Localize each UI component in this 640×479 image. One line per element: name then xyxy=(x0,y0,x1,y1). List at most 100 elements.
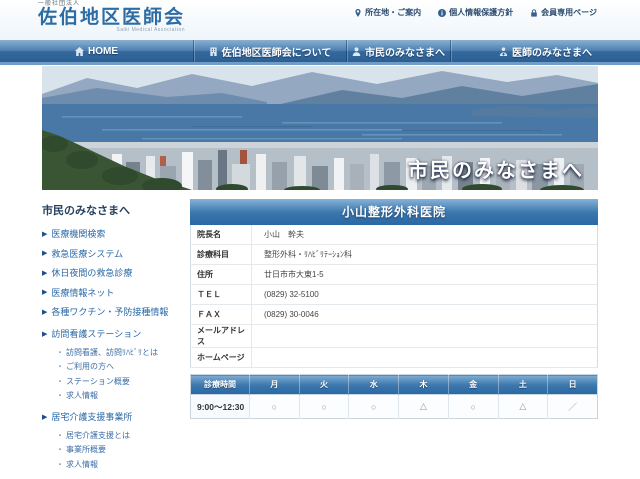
field-label: ＦＡＸ xyxy=(191,305,252,325)
schedule-header-cell: 木 xyxy=(399,375,449,395)
schedule-time-cell: 9:00～12:30 xyxy=(191,395,250,419)
sidebar-subitem-label: 訪問看護、訪問ﾘﾊﾋﾞﾘとは xyxy=(66,348,158,357)
arrow-icon: ▶ xyxy=(42,413,47,421)
bullet-icon: ・ xyxy=(56,460,64,469)
location-pin-icon xyxy=(354,9,362,17)
schedule-header-row: 診療時間 月 火 水 木 金 土 日 xyxy=(191,375,598,395)
sidebar-item-holiday-night-care[interactable]: ▶ 休日夜間の救急診療 xyxy=(42,266,190,279)
sidebar: 市民のみなさまへ ▶ 医療機関検索 ▶ 救急医療システム ▶ 休日夜間の救急診療… xyxy=(42,199,190,479)
schedule-header-cell: 金 xyxy=(448,375,498,395)
field-value: 整形外科・ﾘﾊﾋﾞﾘﾃｰｼｮﾝ科 xyxy=(252,245,598,265)
nav-item-doctors[interactable]: 医師のみなさまへ xyxy=(450,40,640,62)
arrow-icon: ▶ xyxy=(42,288,47,296)
bullet-icon: ・ xyxy=(56,348,64,357)
arrow-icon: ▶ xyxy=(42,308,47,316)
sidebar-subitem-station-overview[interactable]: ・ステーション概要 xyxy=(56,376,190,387)
utility-links: 所在地・ご案内 個人情報保護方針 会員専用ページ xyxy=(354,7,597,18)
clinic-info-table: 院長名 小山 幹夫 診療科目 整形外科・ﾘﾊﾋﾞﾘﾃｰｼｮﾝ科 住所 廿日市市大… xyxy=(190,225,598,368)
nav-item-citizens-label: 市民のみなさまへ xyxy=(365,44,445,59)
bullet-icon: ・ xyxy=(56,445,64,454)
nav-item-citizens[interactable]: 市民のみなさまへ xyxy=(346,40,450,62)
site-title-english: Saiki Medical Association xyxy=(38,28,185,33)
lock-icon xyxy=(530,9,538,17)
sidebar-item-medical-search[interactable]: ▶ 医療機関検索 xyxy=(42,227,190,240)
site-logo[interactable]: 一般社団法人 佐伯地区医師会 Saiki Medical Association xyxy=(38,1,185,33)
schedule-header-cell: 火 xyxy=(299,375,349,395)
building-icon xyxy=(209,47,218,56)
doctor-icon xyxy=(499,47,508,56)
schedule-mark-cell: △ xyxy=(498,395,548,419)
schedule-mark-cell: ○ xyxy=(250,395,300,419)
sidebar-title: 市民のみなさまへ xyxy=(42,202,190,218)
field-label: ホームページ xyxy=(191,348,252,368)
arrow-icon: ▶ xyxy=(42,269,47,277)
sidebar-item-label: 医療情報ネット xyxy=(51,286,114,299)
link-privacy-policy[interactable]: 個人情報保護方針 xyxy=(438,7,513,18)
sidebar-subitem-label: ご利用の方へ xyxy=(66,362,114,371)
hero-caption: 市民のみなさまへ xyxy=(408,154,584,183)
arrow-icon: ▶ xyxy=(42,230,47,238)
sidebar-item-emergency-system[interactable]: ▶ 救急医療システム xyxy=(42,247,190,260)
sidebar-subitem-label: 求人情報 xyxy=(66,460,98,469)
schedule-mark-cell: ／ xyxy=(548,395,598,419)
arrow-icon: ▶ xyxy=(42,330,47,338)
schedule-row: 9:00～12:30 ○ ○ ○ △ ○ △ ／ xyxy=(191,395,598,419)
link-members-page-label: 会員専用ページ xyxy=(541,7,597,18)
schedule-header-cell: 月 xyxy=(250,375,300,395)
arrow-icon: ▶ xyxy=(42,249,47,257)
schedule-header-cell: 土 xyxy=(498,375,548,395)
nav-item-home-label: HOME xyxy=(88,46,118,57)
nav-item-about[interactable]: 佐伯地区医師会について xyxy=(193,40,346,62)
content-area: 市民のみなさまへ ▶ 医療機関検索 ▶ 救急医療システム ▶ 休日夜間の救急診療… xyxy=(42,199,598,479)
sidebar-subitem-station-jobs[interactable]: ・求人情報 xyxy=(56,390,190,401)
sidebar-subitem-label: 居宅介護支援とは xyxy=(66,431,130,440)
schedule-mark-cell: △ xyxy=(399,395,449,419)
sidebar-subgroup: ・居宅介護支援とは ・事業所概要 ・求人情報 xyxy=(56,430,190,470)
sidebar-subitem-label: 事業所概要 xyxy=(66,445,106,454)
sidebar-subitem-for-users[interactable]: ・ご利用の方へ xyxy=(56,361,190,372)
sidebar-subitem-office-overview[interactable]: ・事業所概要 xyxy=(56,444,190,455)
nav-item-about-label: 佐伯地区医師会について xyxy=(222,44,332,59)
sidebar-item-label: 救急医療システム xyxy=(51,247,123,260)
schedule-mark-cell: ○ xyxy=(299,395,349,419)
field-value: (0829) 30-0046 xyxy=(252,305,598,325)
sidebar-subitem-label: ステーション概要 xyxy=(66,377,130,386)
sidebar-subitem-office-jobs[interactable]: ・求人情報 xyxy=(56,459,190,470)
sidebar-item-label: 休日夜間の救急診療 xyxy=(51,266,132,279)
schedule-header-cell: 診療時間 xyxy=(191,375,250,395)
clinic-schedule-table: 診療時間 月 火 水 木 金 土 日 9:00～12:30 ○ ○ ○ △ xyxy=(190,374,598,419)
hero-image: 市民のみなさまへ xyxy=(42,66,598,190)
link-members-page[interactable]: 会員専用ページ xyxy=(530,7,597,18)
sidebar-item-label: 居宅介護支援事業所 xyxy=(51,410,132,423)
site-title: 佐伯地区医師会 xyxy=(38,8,185,27)
bullet-icon: ・ xyxy=(56,431,64,440)
field-value: (0829) 32-5100 xyxy=(252,285,598,305)
clinic-name-header: 小山整形外科医院 xyxy=(190,199,598,225)
sidebar-item-medical-info-net[interactable]: ▶ 医療情報ネット xyxy=(42,286,190,299)
field-value xyxy=(252,325,598,348)
sidebar-item-visiting-nurse-station[interactable]: ▶ 訪問看護ステーション xyxy=(42,327,190,340)
sidebar-item-home-care-support-office[interactable]: ▶ 居宅介護支援事業所 xyxy=(42,410,190,423)
field-value: 小山 幹夫 xyxy=(252,225,598,245)
table-row: ＦＡＸ (0829) 30-0046 xyxy=(191,305,598,325)
site-header: 一般社団法人 佐伯地区医師会 Saiki Medical Association… xyxy=(0,0,640,40)
sidebar-item-vaccines[interactable]: ▶ 各種ワクチン・予防接種情報 xyxy=(42,305,190,318)
field-label: ＴＥＬ xyxy=(191,285,252,305)
sidebar-subitem-label: 求人情報 xyxy=(66,391,98,400)
field-label: 院長名 xyxy=(191,225,252,245)
bullet-icon: ・ xyxy=(56,391,64,400)
schedule-mark-cell: ○ xyxy=(349,395,399,419)
sidebar-item-label: 訪問看護ステーション xyxy=(51,327,141,340)
person-icon xyxy=(352,47,361,56)
table-row: ＴＥＬ (0829) 32-5100 xyxy=(191,285,598,305)
table-row: 住所 廿日市市大東1-5 xyxy=(191,265,598,285)
link-access-label: 所在地・ご案内 xyxy=(365,7,421,18)
sidebar-subitem-about-home-care[interactable]: ・居宅介護支援とは xyxy=(56,430,190,441)
nav-item-doctors-label: 医師のみなさまへ xyxy=(512,44,592,59)
schedule-header-cell: 日 xyxy=(548,375,598,395)
nav-item-home[interactable]: HOME xyxy=(0,40,193,62)
sidebar-subitem-about-visiting-nurse[interactable]: ・訪問看護、訪問ﾘﾊﾋﾞﾘとは xyxy=(56,347,190,358)
link-access[interactable]: 所在地・ご案内 xyxy=(354,7,421,18)
table-row: 院長名 小山 幹夫 xyxy=(191,225,598,245)
field-label: メールアドレス xyxy=(191,325,252,348)
